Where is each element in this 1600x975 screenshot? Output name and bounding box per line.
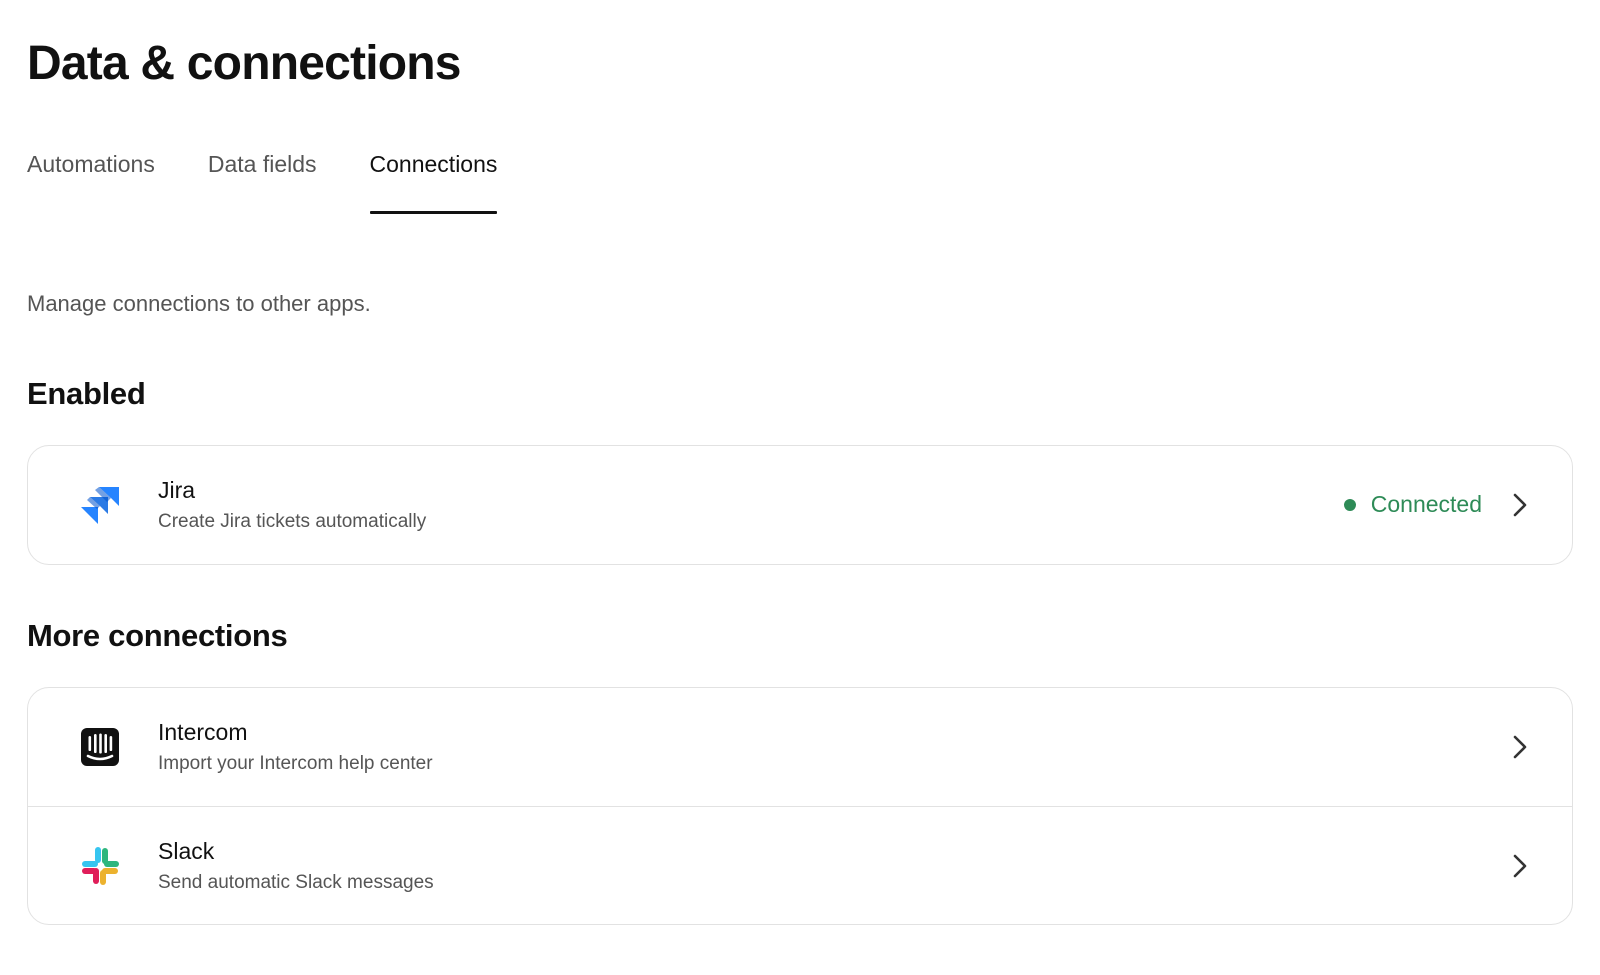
connection-row-slack[interactable]: Slack Send automatic Slack messages bbox=[28, 806, 1572, 924]
chevron-right-icon[interactable] bbox=[1511, 734, 1529, 760]
jira-icon bbox=[79, 484, 121, 526]
connection-description: Send automatic Slack messages bbox=[158, 872, 434, 893]
connection-name: Intercom bbox=[158, 719, 248, 745]
page-description: Manage connections to other apps. bbox=[27, 291, 371, 316]
tab-data-fields[interactable]: Data fields bbox=[208, 148, 317, 214]
intercom-icon bbox=[79, 726, 121, 768]
slack-icon bbox=[79, 845, 121, 887]
connection-row-jira[interactable]: Jira Create Jira tickets automatically C… bbox=[28, 446, 1572, 564]
page-title: Data & connections bbox=[27, 37, 461, 90]
more-connections-card: Intercom Import your Intercom help cente… bbox=[27, 687, 1573, 925]
tab-bar: Automations Data fields Connections bbox=[27, 148, 497, 214]
more-connections-heading: More connections bbox=[27, 618, 288, 653]
connection-status: Connected bbox=[1343, 491, 1482, 518]
enabled-section-heading: Enabled bbox=[27, 376, 146, 411]
tab-connections[interactable]: Connections bbox=[369, 148, 497, 214]
status-dot bbox=[1343, 498, 1356, 511]
connection-row-intercom[interactable]: Intercom Import your Intercom help cente… bbox=[28, 688, 1572, 806]
tab-automations[interactable]: Automations bbox=[27, 148, 155, 214]
chevron-right-icon[interactable] bbox=[1511, 492, 1529, 518]
connection-name: Jira bbox=[158, 477, 196, 503]
connection-name: Slack bbox=[158, 838, 215, 864]
connection-description: Create Jira tickets automatically bbox=[158, 511, 427, 532]
chevron-right-icon[interactable] bbox=[1511, 853, 1529, 879]
enabled-connections-card: Jira Create Jira tickets automatically C… bbox=[27, 445, 1573, 565]
connection-description: Import your Intercom help center bbox=[158, 753, 433, 774]
status-label: Connected bbox=[1370, 491, 1482, 517]
